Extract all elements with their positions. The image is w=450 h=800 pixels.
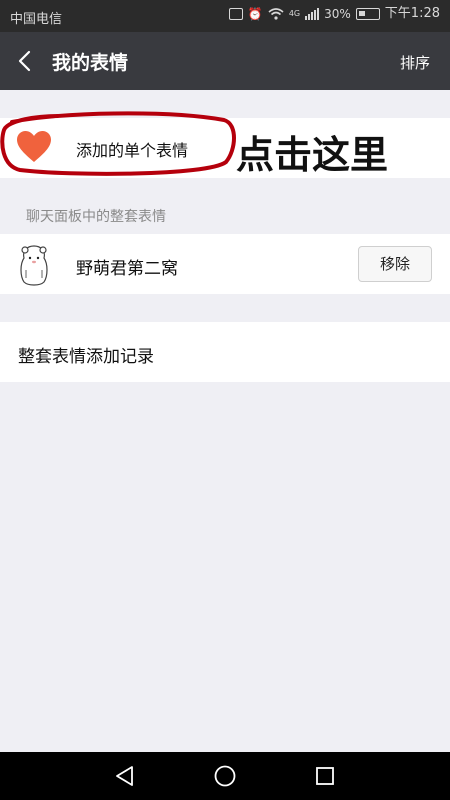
- battery-percent: 30%: [324, 7, 351, 21]
- sticker-history-label: 整套表情添加记录: [18, 347, 154, 367]
- signal-icon: [305, 8, 320, 20]
- app-bar: 我的表情 排序: [0, 32, 450, 90]
- vibrate-icon: [228, 8, 243, 20]
- bear-sticker-icon: [20, 245, 48, 286]
- wifi-icon: [268, 8, 284, 20]
- status-icons: ⏰ 4G 30% 下午1:28: [228, 6, 440, 21]
- sticker-pack-name: 野萌君第二窝: [76, 259, 178, 279]
- home-circle-icon[interactable]: [213, 764, 237, 788]
- back-arrow-icon[interactable]: [14, 49, 38, 73]
- sort-button[interactable]: 排序: [400, 52, 430, 73]
- back-triangle-icon[interactable]: [113, 764, 137, 788]
- carrier-label: 中国电信: [10, 12, 63, 27]
- clock-time: 下午1:28: [384, 6, 440, 21]
- system-nav-bar: [0, 752, 450, 800]
- sticker-pack-row[interactable]: 野萌君第二窝 移除: [0, 234, 450, 294]
- alarm-icon: ⏰: [247, 7, 263, 21]
- section-header: 聊天面板中的整套表情: [26, 209, 166, 225]
- battery-icon: [355, 8, 380, 20]
- status-bar: 中国电信 ⏰ 4G 30% 下午1:28: [0, 0, 450, 32]
- network-type-label: 4G: [288, 9, 301, 18]
- page-title: 我的表情: [52, 52, 129, 74]
- annotation-circle: [0, 111, 236, 176]
- remove-button[interactable]: 移除: [358, 246, 432, 282]
- recents-square-icon[interactable]: [313, 764, 337, 788]
- sticker-history-row[interactable]: 整套表情添加记录: [0, 322, 450, 382]
- annotation-text: 点击这里: [236, 133, 389, 177]
